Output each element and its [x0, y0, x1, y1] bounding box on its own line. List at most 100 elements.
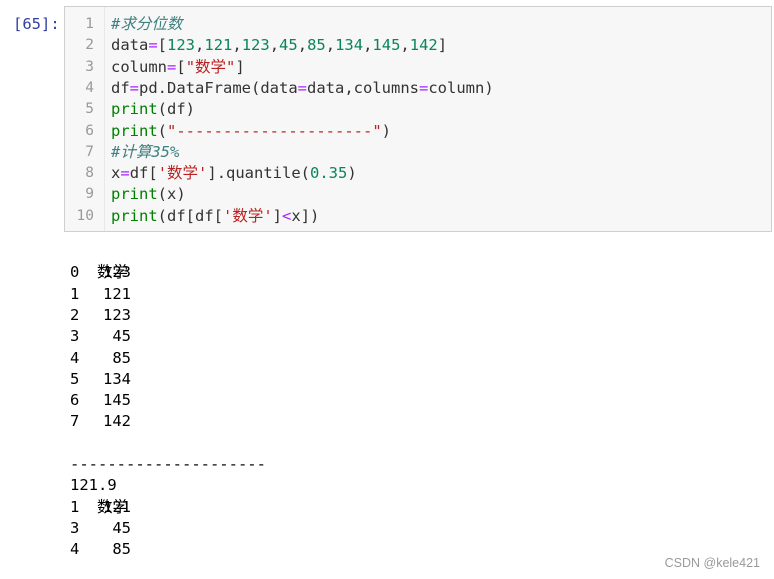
- code-token: 142: [409, 36, 438, 55]
- row-value: 121: [103, 284, 131, 303]
- code-token: ,: [195, 36, 205, 55]
- code-token: print: [111, 100, 158, 119]
- code-token: df[: [129, 164, 158, 183]
- code-token: '数学': [223, 206, 273, 225]
- row-value: 121: [103, 497, 131, 516]
- code-line[interactable]: print(x): [111, 184, 186, 205]
- code-token: "数学": [185, 57, 236, 76]
- row-index: 6: [70, 391, 80, 410]
- line-number: 4: [85, 79, 94, 96]
- code-token: [: [157, 36, 168, 55]
- code-token: =: [297, 78, 307, 97]
- line-number: 7: [85, 143, 94, 160]
- row-index: 1: [70, 497, 80, 516]
- row-value: 134: [103, 369, 131, 388]
- code-token: x]): [291, 206, 320, 225]
- code-token: ,: [232, 36, 242, 55]
- line-number: 9: [85, 186, 94, 203]
- code-line[interactable]: print(df[df['数学']<x]): [111, 206, 319, 227]
- code-token: ]: [437, 36, 448, 55]
- code-token: 85: [307, 36, 326, 55]
- code-token: 123: [167, 36, 196, 55]
- quantile-result: 121.9: [70, 476, 117, 495]
- code-token: ,: [297, 36, 308, 55]
- row-value: 45: [112, 518, 131, 537]
- code-token: column): [428, 78, 494, 97]
- code-token: 134: [335, 36, 364, 55]
- code-token: print: [111, 121, 158, 140]
- code-line[interactable]: data=[123,121,123,45,85,134,145,142]: [111, 35, 447, 56]
- code-token: data,columns: [307, 78, 419, 97]
- row-value: 145: [103, 391, 131, 410]
- row-index: 3: [70, 327, 80, 346]
- code-token: ].quantile(: [207, 164, 311, 183]
- code-token: [: [176, 57, 186, 76]
- code-token: ): [347, 164, 357, 183]
- code-token: print: [111, 185, 158, 204]
- code-token: ]: [235, 57, 245, 76]
- code-token: ,: [325, 36, 336, 55]
- code-token: #求分位数: [111, 15, 183, 33]
- cell-prompt: [65]:: [13, 15, 60, 33]
- row-value: 85: [112, 540, 131, 559]
- row-value: 123: [103, 263, 131, 282]
- code-token: 123: [241, 36, 270, 55]
- code-line[interactable]: print("---------------------"): [111, 121, 391, 142]
- code-line[interactable]: print(df): [111, 99, 195, 120]
- row-index: 1: [70, 284, 80, 303]
- row-index: 7: [70, 412, 80, 431]
- code-token: 0.35: [310, 164, 348, 183]
- code-cell[interactable]: 1 2 3 4 5 6 7 8 9 10 #求分位数 data=[123,121,123,45,85…: [64, 6, 772, 232]
- code-token: x: [111, 164, 121, 183]
- code-token: '数学': [157, 164, 208, 183]
- code-line[interactable]: df=pd.DataFrame(data=data,columns=column…: [111, 78, 494, 99]
- code-token: 45: [279, 36, 298, 55]
- code-token: ,: [269, 36, 280, 55]
- line-number: 10: [76, 207, 94, 224]
- code-token: "---------------------": [167, 121, 382, 140]
- code-token: =: [148, 36, 158, 55]
- code-token: 121: [204, 36, 233, 55]
- line-number: 2: [85, 37, 94, 54]
- code-line[interactable]: column=["数学"]: [111, 57, 245, 78]
- row-index: 4: [70, 348, 80, 367]
- code-token: ,: [400, 36, 410, 55]
- code-token: data: [111, 36, 149, 55]
- line-number: 6: [85, 122, 94, 139]
- row-value: 142: [103, 412, 131, 431]
- row-index: 0: [70, 263, 80, 282]
- code-token: print: [111, 206, 158, 225]
- row-value: 123: [103, 305, 131, 324]
- code-token: pd.DataFrame(data: [139, 78, 298, 97]
- code-token: (df[df[: [157, 206, 223, 225]
- code-token: (df): [157, 100, 195, 119]
- row-index: 2: [70, 305, 80, 324]
- code-token: ]: [272, 206, 283, 225]
- code-line[interactable]: #计算35%: [111, 142, 179, 163]
- table1-header: 数学: [70, 241, 128, 281]
- cell-output: 数学 0 123 1 121 2 123 3 45 4 85 5 134 6 145 7 142 ------…: [70, 241, 266, 558]
- code-token: <: [282, 206, 292, 225]
- code-token: ): [381, 121, 391, 140]
- code-token: column: [111, 57, 167, 76]
- line-number: 1: [85, 16, 94, 32]
- line-number: 3: [85, 58, 94, 75]
- code-line[interactable]: x=df['数学'].quantile(0.35): [111, 163, 357, 184]
- watermark: CSDN @kele421: [664, 556, 760, 570]
- separator-line: ---------------------: [70, 454, 266, 473]
- code-token: =: [418, 78, 429, 97]
- code-token: =: [129, 78, 140, 97]
- table2-header: 数学: [70, 475, 128, 516]
- line-number: 8: [85, 165, 94, 182]
- row-index: 4: [70, 540, 80, 559]
- code-token: =: [167, 57, 177, 76]
- code-token: (x): [157, 185, 186, 204]
- row-index: 5: [70, 369, 80, 388]
- code-token: (: [157, 121, 168, 140]
- line-number: 5: [85, 101, 94, 118]
- code-token: 145: [372, 36, 401, 55]
- code-line[interactable]: #求分位数: [111, 14, 182, 35]
- row-index: 3: [70, 518, 80, 537]
- row-value: 85: [112, 348, 131, 367]
- code-token: =: [120, 164, 130, 183]
